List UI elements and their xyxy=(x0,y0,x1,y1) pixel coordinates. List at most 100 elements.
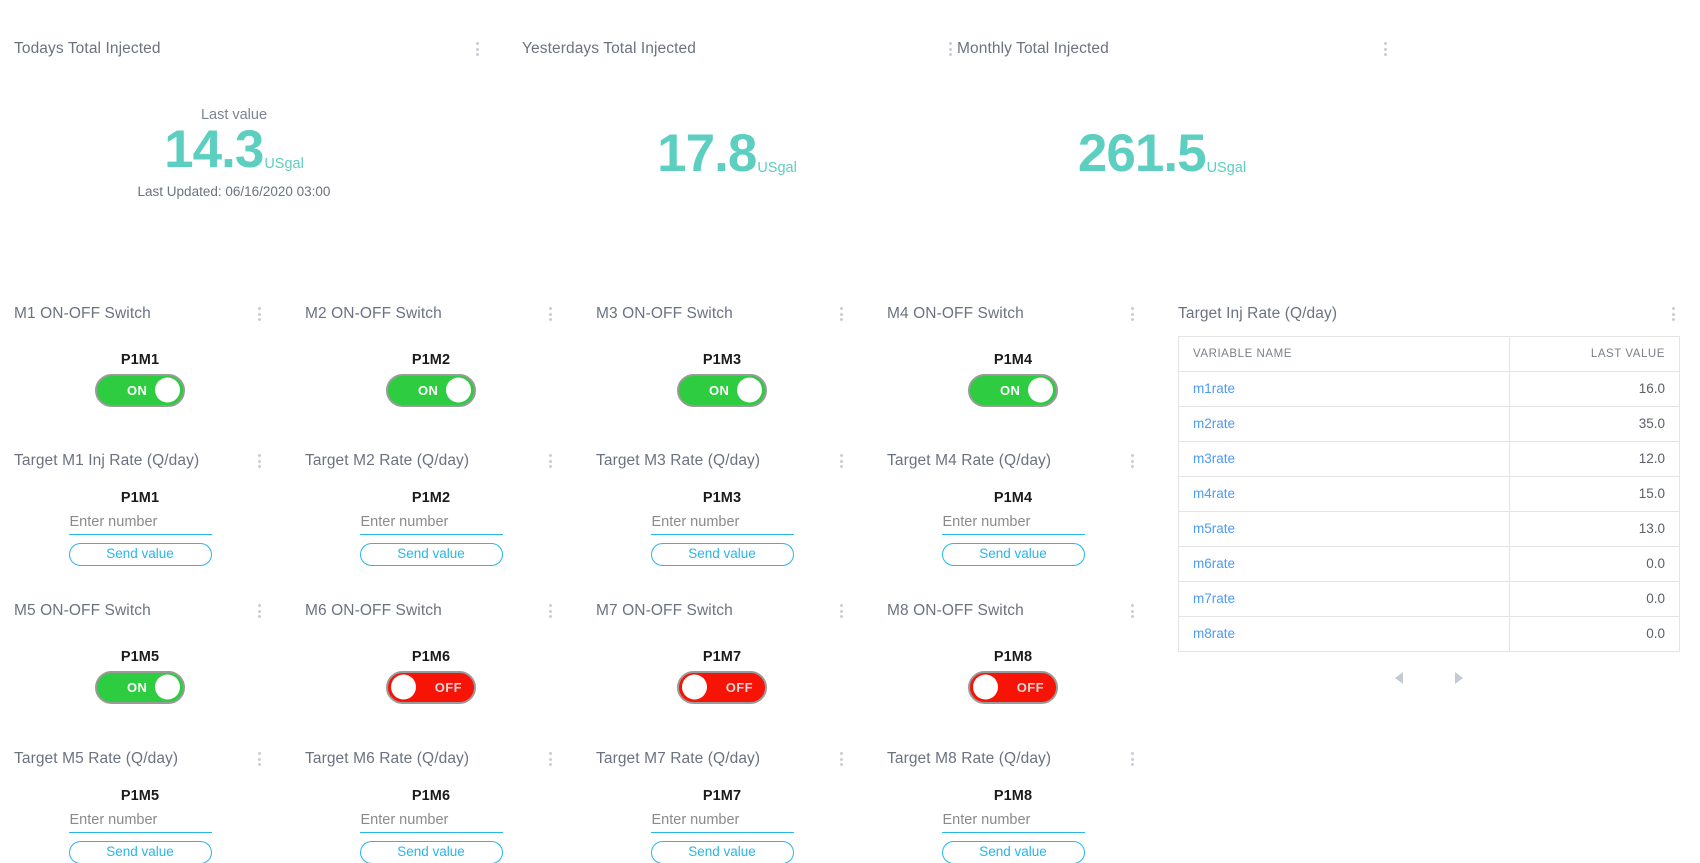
variable-name-link[interactable]: m3rate xyxy=(1178,440,1510,477)
widget-header: Target M3 Rate (Q/day) xyxy=(596,452,848,471)
switch-widget-m2: M2 ON-OFF Switch P1M2 ON xyxy=(305,305,557,407)
toggle-switch-m8[interactable]: OFF xyxy=(968,670,1058,704)
device-label: P1M8 xyxy=(993,648,1033,665)
table-header-row: VARIABLE NAME LAST VALUE xyxy=(1178,335,1681,372)
device-label: P1M4 xyxy=(993,351,1033,368)
widget-header: M2 ON-OFF Switch xyxy=(305,305,557,324)
kebab-menu-icon[interactable] xyxy=(543,305,557,323)
metric-value: 17.8 xyxy=(657,123,757,183)
kebab-menu-icon[interactable] xyxy=(252,305,266,323)
variable-name-link[interactable]: m5rate xyxy=(1178,510,1510,547)
kebab-menu-icon[interactable] xyxy=(834,602,848,620)
device-label: P1M1 xyxy=(120,351,160,368)
rate-number-input[interactable] xyxy=(359,511,503,535)
widget-title: M1 ON-OFF Switch xyxy=(14,305,151,322)
rate-number-input[interactable] xyxy=(650,511,794,535)
toggle-switch-m7[interactable]: OFF xyxy=(677,670,767,704)
send-value-button[interactable]: Send value xyxy=(941,840,1085,863)
toggle-knob xyxy=(446,377,471,403)
toggle-switch-m1[interactable]: ON xyxy=(95,373,185,407)
metric-body: 261.5 USgal xyxy=(957,123,1367,183)
table-row: m1rate 16.0 xyxy=(1178,370,1681,407)
toggle-state-label: OFF xyxy=(434,679,462,695)
rate-input-widget-m7: Target M7 Rate (Q/day) P1M7 Send value xyxy=(596,750,848,863)
rate-input-widget-m3: Target M3 Rate (Q/day) P1M3 Send value xyxy=(596,452,848,566)
metric-card-monthly-total: Monthly Total Injected 261.5 USgal xyxy=(957,40,1392,220)
device-label: P1M3 xyxy=(702,489,742,506)
variable-last-value: 0.0 xyxy=(1508,545,1681,582)
kebab-menu-icon[interactable] xyxy=(1125,750,1139,768)
send-value-button[interactable]: Send value xyxy=(941,542,1085,566)
pagination-prev-button[interactable] xyxy=(1391,670,1407,686)
kebab-menu-icon[interactable] xyxy=(1125,305,1139,323)
variable-name-link[interactable]: m8rate xyxy=(1178,615,1510,652)
toggle-switch-m6[interactable]: OFF xyxy=(386,670,476,704)
kebab-menu-icon[interactable] xyxy=(252,452,266,470)
input-body: P1M5 Send value xyxy=(14,788,266,863)
widget-header: Yesterdays Total Injected xyxy=(522,40,957,59)
pagination-next-button[interactable] xyxy=(1451,670,1467,686)
switch-body: P1M5 ON xyxy=(14,649,266,704)
rate-number-input[interactable] xyxy=(359,809,503,833)
toggle-state-label: ON xyxy=(127,679,148,695)
kebab-menu-icon[interactable] xyxy=(252,750,266,768)
send-value-button[interactable]: Send value xyxy=(68,542,212,566)
kebab-menu-icon[interactable] xyxy=(1125,602,1139,620)
variable-name-link[interactable]: m1rate xyxy=(1178,370,1510,407)
toggle-switch-m4[interactable]: ON xyxy=(968,373,1058,407)
device-label: P1M4 xyxy=(993,489,1033,506)
table-row: m5rate 13.0 xyxy=(1178,510,1681,547)
variable-name-link[interactable]: m6rate xyxy=(1178,545,1510,582)
kebab-menu-icon[interactable] xyxy=(543,750,557,768)
variable-name-link[interactable]: m4rate xyxy=(1178,475,1510,512)
toggle-state-label: ON xyxy=(709,382,730,398)
kebab-menu-icon[interactable] xyxy=(1666,305,1680,323)
column-header-variable-name[interactable]: VARIABLE NAME xyxy=(1178,335,1510,372)
kebab-menu-icon[interactable] xyxy=(543,452,557,470)
kebab-menu-icon[interactable] xyxy=(1378,40,1392,58)
kebab-menu-icon[interactable] xyxy=(470,40,484,58)
widget-title: M7 ON-OFF Switch xyxy=(596,602,733,619)
kebab-menu-icon[interactable] xyxy=(252,602,266,620)
toggle-state-label: ON xyxy=(1000,382,1021,398)
widget-header: M7 ON-OFF Switch xyxy=(596,602,848,621)
chevron-right-icon xyxy=(1455,671,1463,684)
toggle-knob xyxy=(973,674,998,700)
kebab-menu-icon[interactable] xyxy=(1125,452,1139,470)
variable-last-value: 0.0 xyxy=(1508,580,1681,617)
variable-last-value: 12.0 xyxy=(1508,440,1681,477)
device-label: P1M2 xyxy=(411,489,451,506)
kebab-menu-icon[interactable] xyxy=(834,750,848,768)
variable-name-link[interactable]: m7rate xyxy=(1178,580,1510,617)
kebab-menu-icon[interactable] xyxy=(834,305,848,323)
rate-input-widget-m8: Target M8 Rate (Q/day) P1M8 Send value xyxy=(887,750,1139,863)
rate-number-input[interactable] xyxy=(68,511,212,535)
send-value-button[interactable]: Send value xyxy=(359,840,503,863)
rate-number-input[interactable] xyxy=(650,809,794,833)
input-body: P1M3 Send value xyxy=(596,490,848,566)
metric-value: 261.5 xyxy=(1077,123,1207,183)
toggle-switch-m2[interactable]: ON xyxy=(386,373,476,407)
toggle-switch-m5[interactable]: ON xyxy=(95,670,185,704)
send-value-button[interactable]: Send value xyxy=(68,840,212,863)
table-body: m1rate 16.0 m2rate 35.0 m3rate 12.0 m4ra… xyxy=(1178,370,1681,652)
rate-number-input[interactable] xyxy=(941,809,1085,833)
toggle-switch-m3[interactable]: ON xyxy=(677,373,767,407)
metric-unit: USgal xyxy=(264,156,304,173)
switch-widget-m7: M7 ON-OFF Switch P1M7 OFF xyxy=(596,602,848,704)
table-row: m2rate 35.0 xyxy=(1178,405,1681,442)
kebab-menu-icon[interactable] xyxy=(943,40,957,58)
rate-number-input[interactable] xyxy=(941,511,1085,535)
widget-title: M2 ON-OFF Switch xyxy=(305,305,442,322)
send-value-button[interactable]: Send value xyxy=(650,840,794,863)
kebab-menu-icon[interactable] xyxy=(543,602,557,620)
send-value-button[interactable]: Send value xyxy=(650,542,794,566)
column-header-last-value[interactable]: LAST VALUE xyxy=(1508,335,1681,372)
kebab-menu-icon[interactable] xyxy=(834,452,848,470)
send-value-button[interactable]: Send value xyxy=(359,542,503,566)
variable-name-link[interactable]: m2rate xyxy=(1178,405,1510,442)
metric-unit: USgal xyxy=(1206,160,1247,177)
rate-number-input[interactable] xyxy=(68,809,212,833)
device-label: P1M5 xyxy=(120,787,160,804)
device-label: P1M5 xyxy=(120,648,160,665)
